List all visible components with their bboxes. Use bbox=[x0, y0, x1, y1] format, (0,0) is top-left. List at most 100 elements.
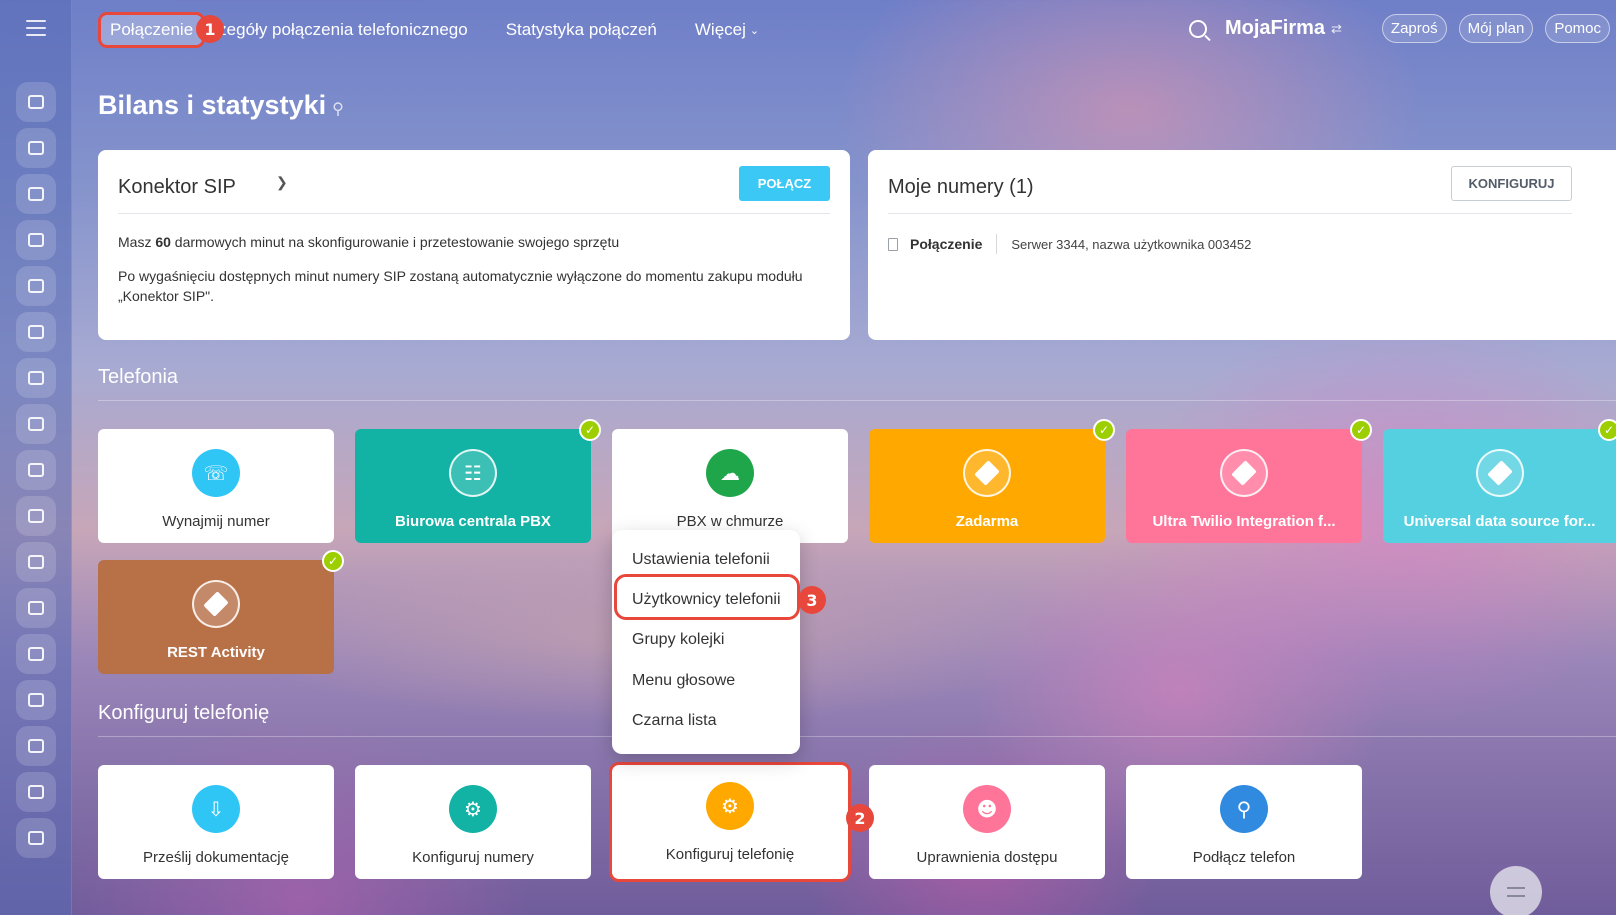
sidebar-icons bbox=[16, 82, 56, 864]
tab-more-label: Więcej bbox=[694, 20, 746, 39]
hamburger-menu-icon[interactable] bbox=[26, 20, 46, 36]
tile-label: Biurowa centrala PBX bbox=[395, 513, 551, 530]
tile-configure-telephony[interactable]: ⚙ Konfiguruj telefonię bbox=[609, 762, 851, 882]
sidebar-tasks-icon[interactable] bbox=[16, 128, 56, 168]
section-title-configure: Konfiguruj telefonię bbox=[98, 702, 270, 724]
document-icon bbox=[888, 237, 898, 251]
tile-label: Ultra Twilio Integration f... bbox=[1152, 513, 1336, 530]
list-icon bbox=[1507, 887, 1525, 897]
sip-connector-panel: Konektor SIP ❯ POŁĄCZ Masz 60 darmowych … bbox=[98, 150, 850, 340]
tab-call-details[interactable]: zczegóły połączenia telefonicznego bbox=[191, 14, 478, 46]
sidebar-drive-icon[interactable] bbox=[16, 358, 56, 398]
sidebar-contacts-icon[interactable] bbox=[16, 496, 56, 536]
check-icon: ✓ bbox=[322, 550, 344, 572]
tab-connection[interactable]: Połączenie bbox=[98, 12, 206, 48]
sidebar-calendar-icon[interactable] bbox=[16, 266, 56, 306]
cube-icon bbox=[1220, 449, 1268, 497]
tile-connect-phone[interactable]: ⚲ Podłącz telefon bbox=[1126, 765, 1362, 879]
cube-icon bbox=[963, 449, 1011, 497]
highlight-frame bbox=[614, 574, 800, 620]
tile-label: Zadarma bbox=[955, 513, 1019, 530]
tile-rent-number[interactable]: ☏ Wynajmij numer bbox=[98, 429, 334, 543]
upload-doc-icon: ⇩ bbox=[192, 785, 240, 833]
sidebar-target-icon[interactable] bbox=[16, 588, 56, 628]
sidebar-crm-icon[interactable] bbox=[16, 542, 56, 582]
tile-label: Prześlij dokumentację bbox=[143, 849, 289, 866]
sidebar-feed-icon[interactable] bbox=[16, 82, 56, 122]
top-bar: Połączenie zczegóły połączenia telefonic… bbox=[72, 0, 1616, 60]
menu-item-telephony-settings[interactable]: Ustawienia telefonii bbox=[632, 551, 770, 569]
cloud-server-icon: ☁ bbox=[706, 449, 754, 497]
tile-configure-numbers[interactable]: ⚙ Konfiguruj numery bbox=[355, 765, 591, 879]
connect-button[interactable]: POŁĄCZ bbox=[739, 166, 830, 201]
check-icon: ✓ bbox=[1093, 419, 1115, 441]
cube-icon bbox=[1475, 449, 1524, 497]
search-icon[interactable] bbox=[1188, 19, 1207, 38]
phone-gear-icon: ⚙ bbox=[449, 785, 497, 833]
sip-text-suffix: darmowych minut na skonfigurowanie i prz… bbox=[170, 234, 620, 250]
tile-office-pbx[interactable]: ☷ Biurowa centrala PBX ✓ bbox=[355, 419, 601, 543]
sidebar-sign-icon[interactable] bbox=[16, 726, 56, 766]
settings-toggle-icon[interactable]: ⇄ bbox=[1331, 21, 1342, 37]
tab-more[interactable]: Więcej ⌄ bbox=[685, 14, 769, 46]
chevron-down-icon: ⌄ bbox=[749, 25, 760, 38]
menu-item-queue-groups[interactable]: Grupy kolejki bbox=[632, 631, 724, 649]
sidebar-cart-icon[interactable] bbox=[16, 818, 56, 858]
tile-zadarma[interactable]: Zadarma ✓ bbox=[869, 419, 1115, 543]
section-divider bbox=[98, 736, 1616, 737]
pin-icon[interactable]: ⚲ bbox=[332, 99, 344, 119]
sidebar-edit-doc-icon[interactable] bbox=[16, 772, 56, 812]
tile-label: Konfiguruj numery bbox=[412, 849, 534, 866]
sidebar-checklist-icon[interactable] bbox=[16, 174, 56, 214]
my-plan-button[interactable]: Mój plan bbox=[1458, 14, 1534, 43]
tile-label: REST Activity bbox=[167, 644, 265, 661]
tile-label: PBX w chmurze bbox=[676, 513, 784, 530]
configure-button[interactable]: KONFIGURUJ bbox=[1451, 166, 1572, 201]
sidebar-mail-icon[interactable] bbox=[16, 404, 56, 444]
divider bbox=[996, 234, 998, 254]
telephony-settings-dropdown: Ustawienia telefonii Użytkownicy telefon… bbox=[612, 530, 800, 754]
menu-item-voice-menu[interactable]: Menu głosowe bbox=[632, 672, 735, 690]
tile-label: Uprawnienia dostępu bbox=[916, 849, 1058, 866]
menu-item-blacklist[interactable]: Czarna lista bbox=[632, 712, 716, 730]
company-name[interactable]: MojaFirma bbox=[1225, 17, 1325, 40]
page-title: Bilans i statystyki ⚲ bbox=[98, 90, 344, 121]
step-marker-3: 3 bbox=[798, 586, 826, 614]
tile-label: Podłącz telefon bbox=[1192, 849, 1296, 866]
page-title-text: Bilans i statystyki bbox=[98, 90, 327, 120]
my-numbers-panel: Moje numery (1) KONFIGURUJ Połączenie Se… bbox=[868, 150, 1616, 340]
numbers-panel-title: Moje numery (1) bbox=[888, 176, 1034, 198]
sidebar-chat-icon[interactable] bbox=[16, 220, 56, 260]
tile-rest-activity[interactable]: REST Activity ✓ bbox=[98, 550, 344, 674]
sip-expiry-text: Po wygaśnięciu dostępnych minut numery S… bbox=[118, 268, 803, 304]
sip-free-minutes-value: 60 bbox=[155, 234, 171, 250]
check-icon: ✓ bbox=[579, 419, 601, 441]
cube-icon bbox=[192, 580, 240, 628]
tile-cloud-pbx[interactable]: ☁ PBX w chmurze bbox=[612, 429, 848, 543]
tile-upload-docs[interactable]: ⇩ Prześlij dokumentację bbox=[98, 765, 334, 879]
tile-universal-data-source[interactable]: Universal data source for... ✓ bbox=[1383, 419, 1616, 543]
tab-call-statistics[interactable]: Statystyka połączeń bbox=[496, 14, 667, 46]
server-icon: ☷ bbox=[449, 449, 497, 497]
left-sidebar bbox=[0, 0, 72, 915]
number-row[interactable]: Połączenie Serwer 3344, nazwa użytkownik… bbox=[888, 234, 1251, 254]
sip-panel-title: Konektor SIP bbox=[118, 176, 236, 198]
sidebar-presentation-icon[interactable] bbox=[16, 450, 56, 490]
chevron-down-icon[interactable]: ❯ bbox=[276, 174, 288, 191]
user-lock-icon: ☻ bbox=[963, 785, 1011, 833]
numbers-panel-header: Moje numery (1) KONFIGURUJ bbox=[888, 164, 1572, 214]
help-button[interactable]: Pomoc bbox=[1545, 14, 1610, 43]
sidebar-filter-icon[interactable] bbox=[16, 634, 56, 674]
check-icon: ✓ bbox=[1350, 419, 1372, 441]
step-marker-1: 1 bbox=[196, 15, 224, 43]
sidebar-robot-icon[interactable] bbox=[16, 680, 56, 720]
tile-ultra-twilio[interactable]: Ultra Twilio Integration f... ✓ bbox=[1126, 419, 1372, 543]
check-icon: ✓ bbox=[1598, 419, 1616, 441]
invite-button[interactable]: Zaproś bbox=[1381, 14, 1447, 43]
sidebar-documents-icon[interactable] bbox=[16, 312, 56, 352]
floating-menu-button[interactable] bbox=[1490, 866, 1542, 915]
tile-label: Universal data source for... bbox=[1403, 513, 1596, 530]
sip-free-minutes-text: Masz 60 darmowych minut na skonfigurowan… bbox=[118, 232, 818, 252]
tile-access-permissions[interactable]: ☻ Uprawnienia dostępu bbox=[869, 765, 1105, 879]
section-title-telephony: Telefonia bbox=[98, 366, 179, 388]
